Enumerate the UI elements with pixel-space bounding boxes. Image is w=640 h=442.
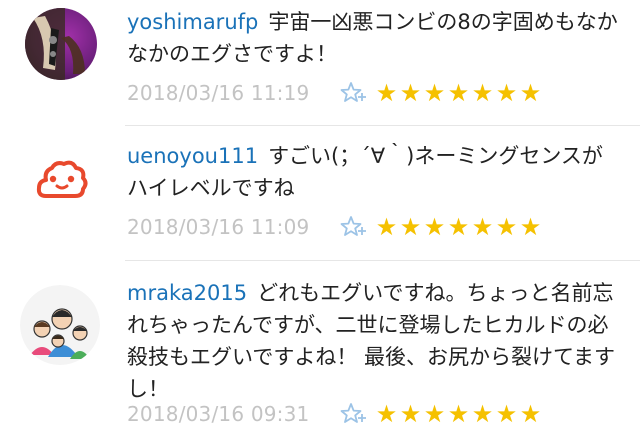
star-icon: ★ xyxy=(447,213,470,241)
star-icon: ★ xyxy=(447,79,470,107)
comment-item: yoshimarufp 宇宙一凶悪コンビの8の字固めもなかなかのエグさですよ！ 2… xyxy=(0,0,640,125)
avatar[interactable] xyxy=(25,8,97,80)
star-icon: ★ xyxy=(519,400,542,428)
star-icon: ★ xyxy=(423,400,446,428)
star-icon: ★ xyxy=(375,400,398,428)
comment-body: yoshimarufp 宇宙一凶悪コンビの8の字固めもなかなかのエグさですよ！ xyxy=(127,6,622,70)
avatar[interactable] xyxy=(20,285,100,365)
star-icon: ★ xyxy=(495,400,518,428)
comment-item: uenoyou111 すごい(；´∀｀)ネーミングセンスがハイレベルですね 201… xyxy=(0,126,640,260)
comment-meta: 2018/03/16 09:31 ★ ★ ★ ★ ★ ★ ★ xyxy=(127,399,542,429)
avatar[interactable] xyxy=(36,158,88,202)
star-icon: ★ xyxy=(495,213,518,241)
timestamp: 2018/03/16 11:19 xyxy=(127,81,310,105)
comment-item: mraka2015 どれもエグいですね。ちょっと名前忘れちゃったんですが、二世に登… xyxy=(0,261,640,442)
star-icon: ★ xyxy=(399,79,422,107)
star-icon: ★ xyxy=(471,213,494,241)
timestamp: 2018/03/16 11:09 xyxy=(127,215,310,239)
username-link[interactable]: mraka2015 xyxy=(127,281,247,305)
star-icon: ★ xyxy=(447,400,470,428)
timestamp: 2018/03/16 09:31 xyxy=(127,402,310,426)
star-rating: ★ ★ ★ ★ ★ ★ ★ xyxy=(375,214,542,240)
comment-meta: 2018/03/16 11:19 ★ ★ ★ ★ ★ ★ ★ xyxy=(127,78,542,108)
add-star-icon[interactable] xyxy=(339,401,369,427)
username-link[interactable]: yoshimarufp xyxy=(127,10,258,34)
comment-meta: 2018/03/16 11:09 ★ ★ ★ ★ ★ ★ ★ xyxy=(127,212,542,242)
add-star-icon[interactable] xyxy=(339,214,369,240)
star-icon: ★ xyxy=(375,79,398,107)
star-icon: ★ xyxy=(399,400,422,428)
star-icon: ★ xyxy=(423,213,446,241)
add-star-icon[interactable] xyxy=(339,80,369,106)
comment-body: mraka2015 どれもエグいですね。ちょっと名前忘れちゃったんですが、二世に登… xyxy=(127,277,622,405)
star-icon: ★ xyxy=(423,79,446,107)
star-icon: ★ xyxy=(471,400,494,428)
star-icon: ★ xyxy=(519,79,542,107)
comment-list: yoshimarufp 宇宙一凶悪コンビの8の字固めもなかなかのエグさですよ！ 2… xyxy=(0,0,640,442)
star-icon: ★ xyxy=(495,79,518,107)
star-icon: ★ xyxy=(519,213,542,241)
star-icon: ★ xyxy=(471,79,494,107)
star-icon: ★ xyxy=(375,213,398,241)
star-rating: ★ ★ ★ ★ ★ ★ ★ xyxy=(375,401,542,427)
star-icon: ★ xyxy=(399,213,422,241)
username-link[interactable]: uenoyou111 xyxy=(127,144,258,168)
comment-body: uenoyou111 すごい(；´∀｀)ネーミングセンスがハイレベルですね xyxy=(127,140,622,204)
star-rating: ★ ★ ★ ★ ★ ★ ★ xyxy=(375,80,542,106)
